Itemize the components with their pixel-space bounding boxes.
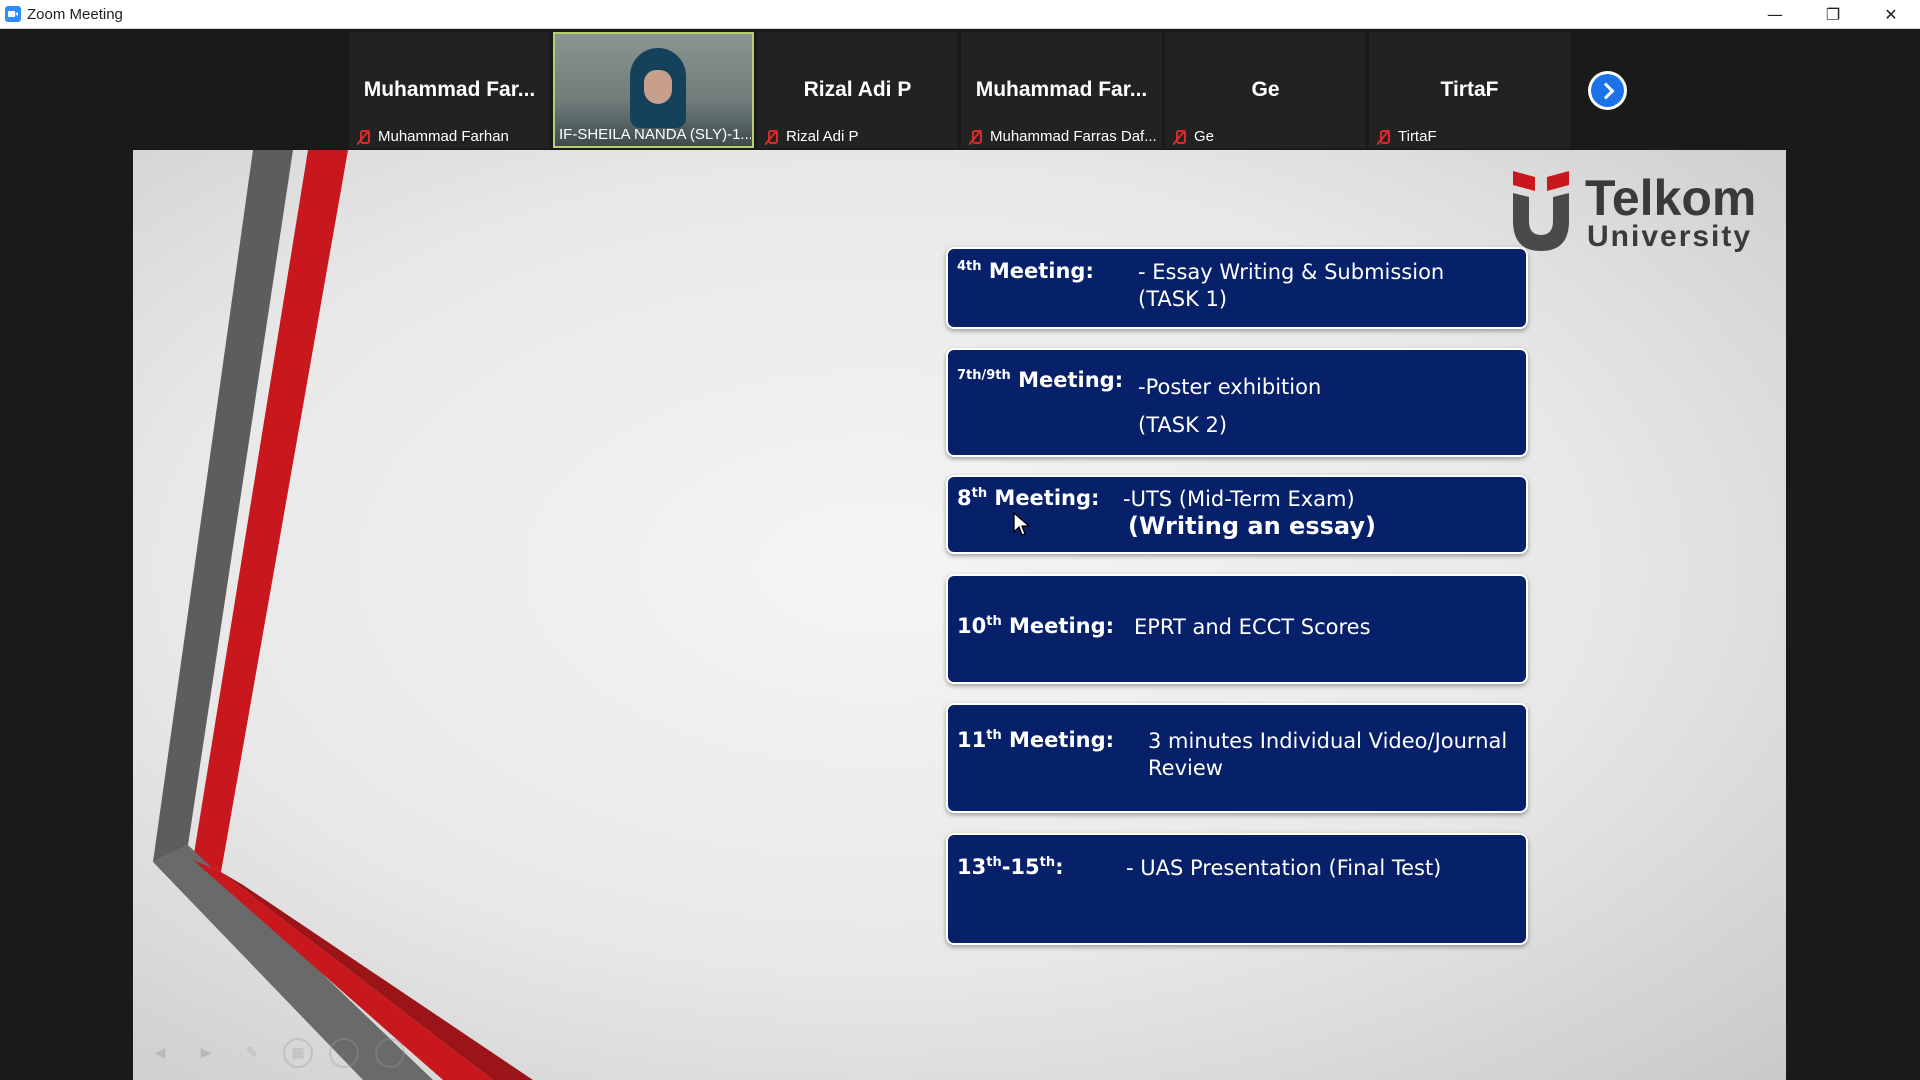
schedule-desc-line: (Writing an essay)	[1128, 512, 1376, 540]
schedule-box: 7th/9th Meeting: -Poster exhibition (TAS…	[946, 348, 1528, 457]
schedule-num: 13	[957, 855, 987, 879]
participant-tile[interactable]: TirtaF TirtaF	[1369, 32, 1570, 148]
schedule-label: 7th/9th Meeting:	[957, 368, 1123, 392]
schedule-label-suffix: Meeting:	[1001, 728, 1115, 752]
schedule-desc-line: - Essay Writing & Submission	[1138, 260, 1445, 284]
more-icon[interactable]: ⋯	[375, 1038, 405, 1068]
schedule-desc-line: Review	[1148, 756, 1223, 780]
close-button[interactable]: ✕	[1862, 0, 1920, 29]
participant-label: Muhammad Farras Daf...	[969, 128, 1157, 145]
participant-tile[interactable]: Rizal Adi P Rizal Adi P	[757, 32, 958, 148]
schedule-desc: 3 minutes Individual Video/Journal Revie…	[1148, 728, 1507, 782]
schedule-label: 13th-15th:	[957, 855, 1064, 879]
mic-muted-icon	[1377, 129, 1390, 145]
schedule-desc: -Poster exhibition (TASK 2)	[1138, 368, 1321, 444]
previous-icon[interactable]: ◀	[145, 1038, 175, 1068]
participant-tile[interactable]: Muhammad Far... Muhammad Farhan	[349, 32, 550, 148]
schedule-desc: - UAS Presentation (Final Test)	[1126, 855, 1441, 882]
schedule-desc-line: - UAS Presentation (Final Test)	[1126, 856, 1442, 880]
schedule-box: 11th Meeting: 3 minutes Individual Video…	[946, 703, 1528, 813]
mic-muted-icon	[969, 129, 982, 145]
mic-muted-icon	[765, 129, 778, 145]
schedule-num: 7th/9th	[957, 368, 1011, 383]
schedule-box: 8th Meeting: -UTS (Mid-Term Exam) (Writi…	[946, 475, 1528, 554]
participant-display-name: Rizal Adi P	[803, 78, 912, 101]
minimize-button[interactable]: —	[1746, 0, 1804, 29]
schedule-desc-line: -UTS (Mid-Term Exam)	[1123, 487, 1355, 511]
participant-label-text: Ge	[1194, 128, 1215, 145]
participant-display-name: TirtaF	[1440, 78, 1499, 101]
slides-icon[interactable]: ▦	[283, 1038, 313, 1068]
schedule-num: 8	[957, 486, 972, 510]
participant-label-text: Rizal Adi P	[786, 128, 859, 145]
schedule-desc: -UTS (Mid-Term Exam) (Writing an essay)	[1123, 486, 1376, 540]
schedule-sup: th	[986, 728, 1002, 743]
schedule-label: 11th Meeting:	[957, 728, 1114, 752]
schedule-label: 8th Meeting:	[957, 486, 1099, 510]
participant-label-text: Muhammad Farhan	[378, 128, 509, 145]
schedule-box: 13th-15th: - UAS Presentation (Final Tes…	[946, 833, 1528, 945]
zoom-app-icon	[5, 6, 21, 22]
schedule-desc-line: EPRT and ECCT Scores	[1134, 615, 1371, 639]
pen-icon[interactable]: ✎	[237, 1038, 267, 1068]
telkom-logo-mark-icon	[1513, 171, 1569, 251]
window-titlebar: Zoom Meeting — ❐ ✕	[0, 0, 1920, 29]
schedule-num: 11	[957, 728, 987, 752]
participant-strip: Muhammad Far... Muhammad Farhan IF-SHEIL…	[0, 29, 1920, 149]
schedule-desc: - Essay Writing & Submission (TASK 1)	[1138, 259, 1444, 313]
mic-muted-icon	[1173, 129, 1186, 145]
participant-video-person	[630, 48, 686, 128]
schedule-label-suffix: Meeting:	[987, 486, 1100, 510]
schedule-desc: EPRT and ECCT Scores	[1134, 614, 1371, 641]
participant-label-text: IF-SHEILA NANDA (SLY)-1...	[559, 126, 751, 143]
participant-label: IF-SHEILA NANDA (SLY)-1...	[559, 126, 751, 143]
zoom-icon[interactable]: ⌕	[329, 1038, 359, 1068]
schedule-num: 10	[957, 614, 987, 638]
participant-label-text: TirtaF	[1398, 128, 1437, 145]
schedule-desc-line: (TASK 2)	[1138, 413, 1228, 437]
participant-tile-active-speaker[interactable]: IF-SHEILA NANDA (SLY)-1...	[553, 32, 754, 148]
schedule-sup: th	[986, 614, 1002, 629]
participant-label: Rizal Adi P	[765, 128, 859, 145]
restore-button[interactable]: ❐	[1804, 0, 1862, 29]
schedule-label-suffix: Meeting:	[981, 259, 1094, 283]
schedule-desc-line: -Poster exhibition	[1138, 375, 1322, 399]
slide-decoration	[153, 150, 533, 1080]
participant-label-text: Muhammad Farras Daf...	[990, 128, 1157, 145]
schedule-sup: th	[971, 486, 988, 501]
schedule-label: 10th Meeting:	[957, 614, 1114, 638]
participant-label: TirtaF	[1377, 128, 1437, 145]
schedule-label-suffix: :	[1055, 855, 1064, 879]
logo-text-university: University	[1587, 220, 1753, 253]
telkom-university-logo: Telkom University	[1513, 167, 1763, 257]
schedule-label-suffix: -15	[1001, 855, 1040, 879]
participant-display-name: Muhammad Far...	[975, 78, 1148, 101]
window-controls: — ❐ ✕	[1746, 0, 1920, 29]
shared-screen-slide: Telkom University 4th Meeting: - Essay W…	[133, 150, 1786, 1080]
schedule-box: 4th Meeting: - Essay Writing & Submissio…	[946, 247, 1528, 329]
schedule-num: 4	[957, 259, 967, 274]
participant-tile[interactable]: Ge Ge	[1165, 32, 1366, 148]
schedule-desc-line: (TASK 1)	[1138, 287, 1228, 311]
next-icon[interactable]: ▶	[191, 1038, 221, 1068]
participant-label: Muhammad Farhan	[357, 128, 509, 145]
window-title: Zoom Meeting	[27, 5, 123, 23]
presentation-controls: ◀ ▶ ✎ ▦ ⌕ ⋯	[145, 1036, 421, 1070]
next-participants-button[interactable]	[1588, 71, 1627, 110]
schedule-sup: th	[1039, 855, 1056, 870]
schedule-sup: th	[966, 259, 982, 274]
schedule-label-suffix: Meeting:	[1010, 368, 1124, 392]
participant-display-name: Muhammad Far...	[363, 78, 536, 101]
schedule-desc-line: 3 minutes Individual Video/Journal	[1148, 729, 1508, 753]
schedule-label-suffix: Meeting:	[1001, 614, 1115, 638]
schedule-label: 4th Meeting:	[957, 259, 1094, 283]
mic-muted-icon	[357, 129, 370, 145]
logo-text-telkom: Telkom	[1585, 170, 1757, 226]
schedule-box: 10th Meeting: EPRT and ECCT Scores	[946, 574, 1528, 684]
schedule-sup: th	[986, 855, 1002, 870]
participant-tile[interactable]: Muhammad Far... Muhammad Farras Daf...	[961, 32, 1162, 148]
chevron-right-icon	[1591, 74, 1624, 107]
participant-label: Ge	[1173, 128, 1214, 145]
participant-display-name: Ge	[1251, 78, 1280, 101]
